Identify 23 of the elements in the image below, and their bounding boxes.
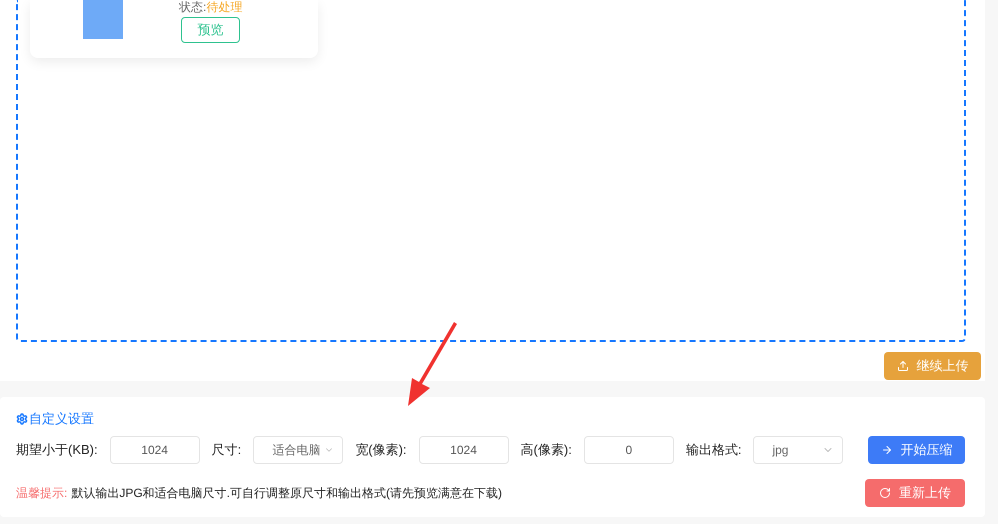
settings-icon	[16, 413, 28, 425]
tip-label: 温馨提示:	[16, 486, 68, 500]
dropdown-select[interactable]: 适合电脑	[253, 436, 344, 464]
settings-title: 自定义设置	[29, 410, 94, 428]
status-label: 状态:	[179, 0, 206, 14]
refresh-icon	[879, 487, 891, 499]
start-compress-button[interactable]: 开始压缩	[868, 436, 965, 464]
dropdown-select[interactable]: jpg	[753, 436, 844, 464]
tip-text: 默认输出JPG和适合电脑尺寸.可自行调整原尺寸和输出格式(请先预览满意在下载)	[71, 486, 502, 500]
text-field[interactable]: 1024	[110, 436, 200, 464]
arrow-right-icon	[880, 444, 892, 456]
field-label: 输出格式:	[686, 441, 742, 460]
text-field[interactable]: 1024	[418, 436, 509, 464]
upload-drop-area[interactable]: 状态:待处理 预览	[16, 0, 966, 342]
field-label: 宽(像素):	[355, 441, 407, 460]
field-label: 期望小于(KB):	[16, 441, 98, 460]
reupload-button[interactable]: 重新上传	[865, 479, 965, 507]
field-label: 高(像素):	[520, 441, 572, 460]
field-label: 尺寸:	[212, 441, 242, 460]
status-value: 待处理	[206, 0, 242, 14]
text-field[interactable]: 0	[584, 436, 674, 464]
upload-icon	[896, 360, 908, 372]
image-thumbnail	[83, 0, 123, 39]
